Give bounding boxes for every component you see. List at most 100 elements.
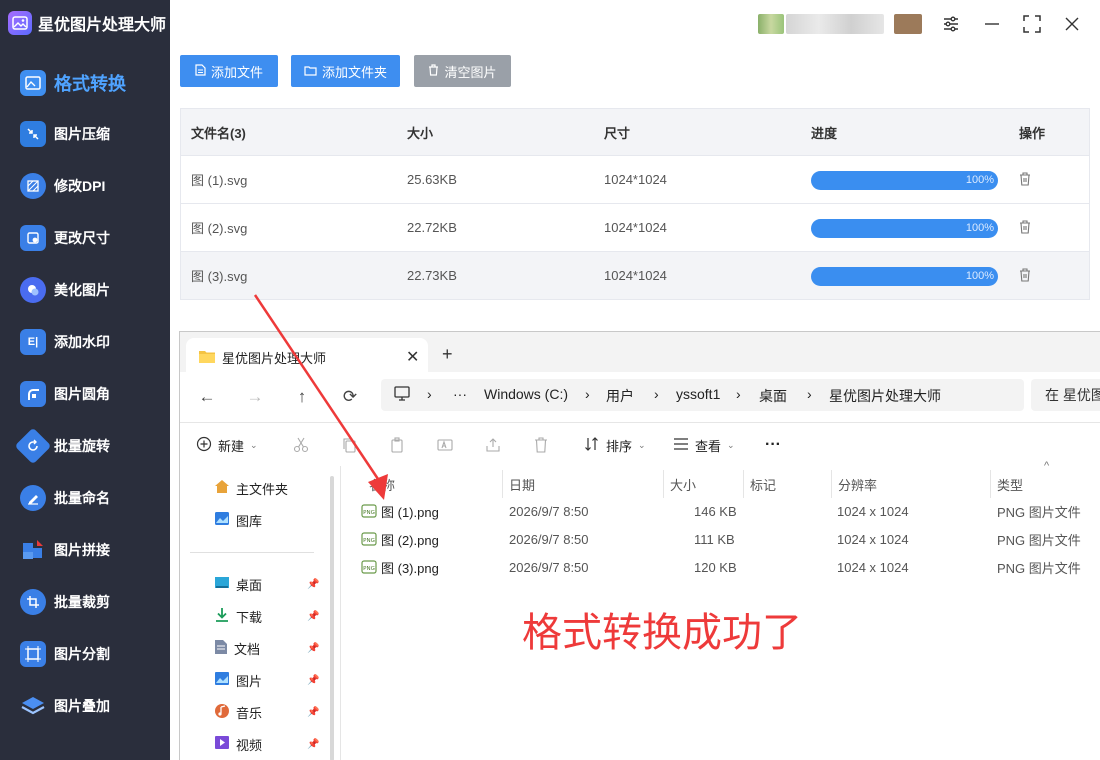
sidebar-item-dpi[interactable]: 修改DPI [0,160,170,212]
new-tab-icon[interactable]: + [442,344,453,365]
nav-item-music[interactable]: 音乐 [214,701,262,723]
sidebar-item-compress[interactable]: 图片压缩 [0,108,170,160]
sidebar-item-label: 美化图片 [54,282,110,298]
column-header-progress[interactable]: 进度 [811,109,837,155]
sidebar-item-watermark[interactable]: E| 添加水印 [0,316,170,368]
sidebar-item-resize[interactable]: 更改尺寸 [0,212,170,264]
delete-icon[interactable] [532,436,550,454]
more-options-button[interactable]: ··· [765,434,781,456]
delete-icon[interactable] [1019,220,1031,239]
column-header-resolution[interactable]: 分辨率 [832,470,991,498]
nav-item-label: 主文件夹 [236,481,289,497]
add-file-button[interactable]: 添加文件 [180,55,278,87]
cell-dims: 1024*1024 [604,268,667,283]
back-icon[interactable]: ← [196,386,218,408]
delete-icon[interactable] [1019,268,1031,287]
column-header-date[interactable]: 日期 [503,470,664,498]
add-folder-button[interactable]: 添加文件夹 [291,55,400,87]
pin-icon[interactable]: 📌 [307,611,319,622]
pin-icon[interactable]: 📌 [307,707,319,718]
chevron-right-icon: › [585,386,590,402]
scrollbar[interactable] [330,476,334,760]
pin-icon[interactable]: 📌 [307,675,319,686]
sidebar-item-format-convert[interactable]: 格式转换 [0,57,170,109]
new-button[interactable]: 新建 ⌄ [196,434,258,456]
column-header-label: 分辨率 [838,477,878,493]
pictures-icon [214,671,230,689]
column-header-name[interactable]: 名称 [341,470,503,498]
file-resolution: 1024 x 1024 [837,531,909,547]
share-icon[interactable] [484,436,502,454]
nav-item-pictures[interactable]: 图片 [214,669,262,691]
computer-icon [393,386,411,405]
sidebar-item-split[interactable]: 图片分割 [0,628,170,680]
chevron-right-icon: › [654,386,659,402]
sidebar-item-layers[interactable]: 图片叠加 [0,680,170,732]
nav-item-desktop[interactable]: 桌面 [214,573,262,595]
breadcrumb-item[interactable]: Windows (C:) [484,386,568,402]
pin-icon[interactable]: 📌 [307,579,319,590]
breadcrumb-item[interactable]: 用户 [606,386,634,406]
sidebar-item-crop[interactable]: 批量裁剪 [0,576,170,628]
nav-item-gallery[interactable]: 图库 [214,509,262,531]
file-row[interactable]: PNG 图 (1).png 2026/9/7 8:50 146 KB 1024 … [341,498,1100,524]
column-header-type[interactable]: 类型 [991,470,1100,498]
nav-item-downloads[interactable]: 下载 [214,605,262,627]
watermark-icon: E| [20,329,46,355]
breadcrumb-item[interactable]: yssoft1 [676,386,720,402]
explorer-tab[interactable]: 星优图片处理大师 ✕ [186,338,428,376]
file-row[interactable]: PNG 图 (2).png 2026/9/7 8:50 111 KB 1024 … [341,526,1100,552]
search-input[interactable]: 在 星优图 [1031,379,1100,411]
rename-icon[interactable] [436,436,454,454]
clear-images-button[interactable]: 清空图片 [414,55,511,87]
column-header-name[interactable]: 文件名(3) [191,109,246,155]
nav-item-home[interactable]: 主文件夹 [214,477,288,499]
view-button[interactable]: 查看 ⌄ [673,434,735,456]
table-row[interactable]: 图 (1).svg 25.63KB 1024*1024 100% [181,156,1089,204]
column-header-label: 大小 [670,477,697,493]
pin-icon[interactable]: 📌 [307,643,319,654]
sidebar-item-rotate[interactable]: 批量旋转 [0,420,170,472]
cut-icon[interactable] [292,436,310,454]
sidebar-item-round-corner[interactable]: 图片圆角 [0,368,170,420]
delete-icon[interactable] [1019,172,1031,191]
view-label: 查看 [695,438,722,454]
dpi-icon [20,173,46,199]
file-name: 图 (3).png [381,560,439,576]
column-header-tag[interactable]: 标记 [744,470,832,498]
maximize-icon[interactable] [1020,12,1044,36]
column-header-size[interactable]: 大小 [664,470,744,498]
file-row[interactable]: PNG 图 (3).png 2026/9/7 8:50 120 KB 1024 … [341,554,1100,580]
refresh-icon[interactable]: ⟳ [339,386,361,408]
copy-icon[interactable] [340,436,358,454]
table-row[interactable]: 图 (2).svg 22.72KB 1024*1024 100% [181,204,1089,252]
sidebar-item-beautify[interactable]: 美化图片 [0,264,170,316]
paste-icon[interactable] [388,436,406,454]
add-file-label: 添加文件 [210,64,263,80]
sort-button[interactable]: 排序 ⌄ [584,434,646,456]
forward-icon[interactable]: → [244,386,266,408]
navigation-bar: ← → ↑ ⟳ › ··· Windows (C:) › 用户 › yssoft… [180,372,1100,422]
breadcrumb-item[interactable]: 星优图片处理大师 [829,386,941,406]
pin-icon[interactable]: 📌 [307,739,319,750]
up-icon[interactable]: ↑ [291,386,313,408]
sidebar-item-stitch[interactable]: 图片拼接 [0,524,170,576]
column-header-size[interactable]: 大小 [407,109,433,155]
close-tab-icon[interactable]: ✕ [406,347,419,367]
column-header-dims[interactable]: 尺寸 [604,109,630,155]
file-size: 111 KB [694,531,735,547]
sidebar-item-rename[interactable]: 批量命名 [0,472,170,524]
nav-item-videos[interactable]: 视频 [214,733,262,755]
close-icon[interactable] [1060,12,1084,36]
resize-icon [20,225,46,251]
breadcrumb-item[interactable]: 桌面 [759,386,787,406]
address-bar[interactable]: › ··· Windows (C:) › 用户 › yssoft1 › 桌面 ›… [381,379,1024,411]
more-path-icon[interactable]: ··· [453,386,467,402]
minimize-icon[interactable] [980,12,1004,36]
nav-item-documents[interactable]: 文档 [214,637,260,659]
cell-name: 图 (1).svg [191,173,248,188]
stitch-icon [20,537,46,563]
avatar[interactable] [758,14,784,34]
settings-icon[interactable] [939,12,963,36]
table-row[interactable]: 图 (3).svg 22.73KB 1024*1024 100% [181,252,1089,300]
